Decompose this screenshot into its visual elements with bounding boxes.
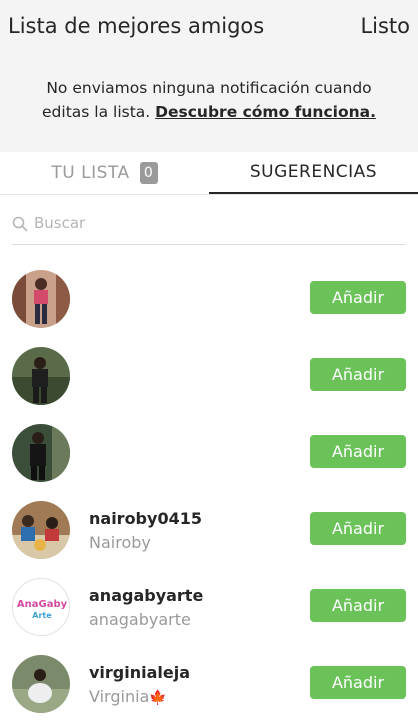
search-bar bbox=[12, 214, 406, 245]
list-item: nairoby0415 Nairoby Añadir bbox=[0, 493, 418, 570]
list-item: AnaGaby Arte anagabyarte anagabyarte Aña… bbox=[0, 570, 418, 647]
avatar[interactable] bbox=[12, 270, 70, 328]
notice-line-2: editas la lista. Descubre cómo funciona. bbox=[0, 100, 418, 124]
full-name: Nairoby bbox=[89, 533, 151, 552]
add-button[interactable]: Añadir bbox=[310, 358, 406, 391]
username: virginialeja bbox=[89, 663, 191, 682]
search-input[interactable] bbox=[34, 214, 334, 232]
search-icon bbox=[12, 216, 28, 232]
avatar[interactable] bbox=[12, 501, 70, 559]
add-button[interactable]: Añadir bbox=[310, 589, 406, 622]
notice-line-1: No enviamos ninguna notificación cuando bbox=[46, 79, 372, 97]
maple-leaf-icon: 🍁 bbox=[149, 690, 167, 706]
full-name: anagabyarte bbox=[89, 610, 191, 629]
avatar[interactable]: AnaGaby Arte bbox=[12, 578, 70, 636]
top-panel: Lista de mejores amigos Listo No enviamo… bbox=[0, 0, 418, 152]
list-item: virginialeja Virginia🍁 Añadir bbox=[0, 647, 418, 724]
add-button[interactable]: Añadir bbox=[310, 512, 406, 545]
list-item: Añadir bbox=[0, 262, 418, 339]
username: anagabyarte bbox=[89, 586, 204, 605]
tab-suggestions[interactable]: SUGERENCIAS bbox=[209, 152, 418, 194]
list-item: Añadir bbox=[0, 416, 418, 493]
full-name-text: Virginia bbox=[89, 687, 150, 706]
full-name: Virginia🍁 bbox=[89, 687, 167, 706]
learn-more-link[interactable]: Descubre cómo funciona. bbox=[155, 103, 376, 121]
tab-your-list-label: TU LISTA bbox=[51, 163, 130, 183]
header: Lista de mejores amigos Listo bbox=[0, 0, 418, 56]
logo-text: AnaGaby bbox=[17, 599, 68, 610]
tab-bar: TU LISTA 0 SUGERENCIAS bbox=[0, 152, 418, 195]
page-title: Lista de mejores amigos bbox=[8, 14, 265, 38]
list-item: Añadir bbox=[0, 339, 418, 416]
add-button[interactable]: Añadir bbox=[310, 435, 406, 468]
notice-text: No enviamos ninguna notificación cuando … bbox=[0, 76, 418, 124]
tab-suggestions-label: SUGERENCIAS bbox=[249, 162, 378, 182]
list-count-badge: 0 bbox=[139, 162, 158, 184]
notice-line-2-text: editas la lista. bbox=[42, 103, 156, 121]
add-button[interactable]: Añadir bbox=[310, 666, 406, 699]
logo-subtext: Arte bbox=[32, 611, 52, 620]
tab-your-list[interactable]: TU LISTA 0 bbox=[0, 152, 209, 194]
done-button[interactable]: Listo bbox=[360, 14, 410, 38]
username: nairoby0415 bbox=[89, 509, 202, 528]
avatar[interactable] bbox=[12, 655, 70, 713]
add-button[interactable]: Añadir bbox=[310, 281, 406, 314]
avatar[interactable] bbox=[12, 424, 70, 482]
avatar[interactable] bbox=[12, 347, 70, 405]
